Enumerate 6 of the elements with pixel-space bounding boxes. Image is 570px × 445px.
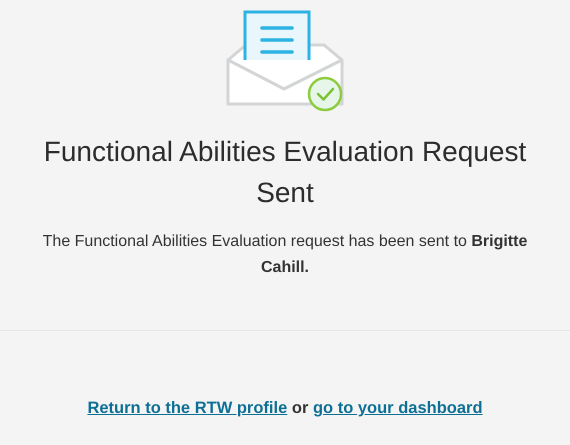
nav-link[interactable]: go to your dashboard xyxy=(312,399,483,418)
envelope-sent-icon xyxy=(226,8,344,112)
page-title: Functional Abilities Evaluation Request Sent xyxy=(42,135,528,210)
nav-link[interactable]: Return to the RTW profile xyxy=(87,399,288,418)
confirmation-message: The Functional Abilities Evaluation request has been sent to Brigitte Cahill. xyxy=(42,232,528,278)
separator-text: or xyxy=(290,399,310,418)
